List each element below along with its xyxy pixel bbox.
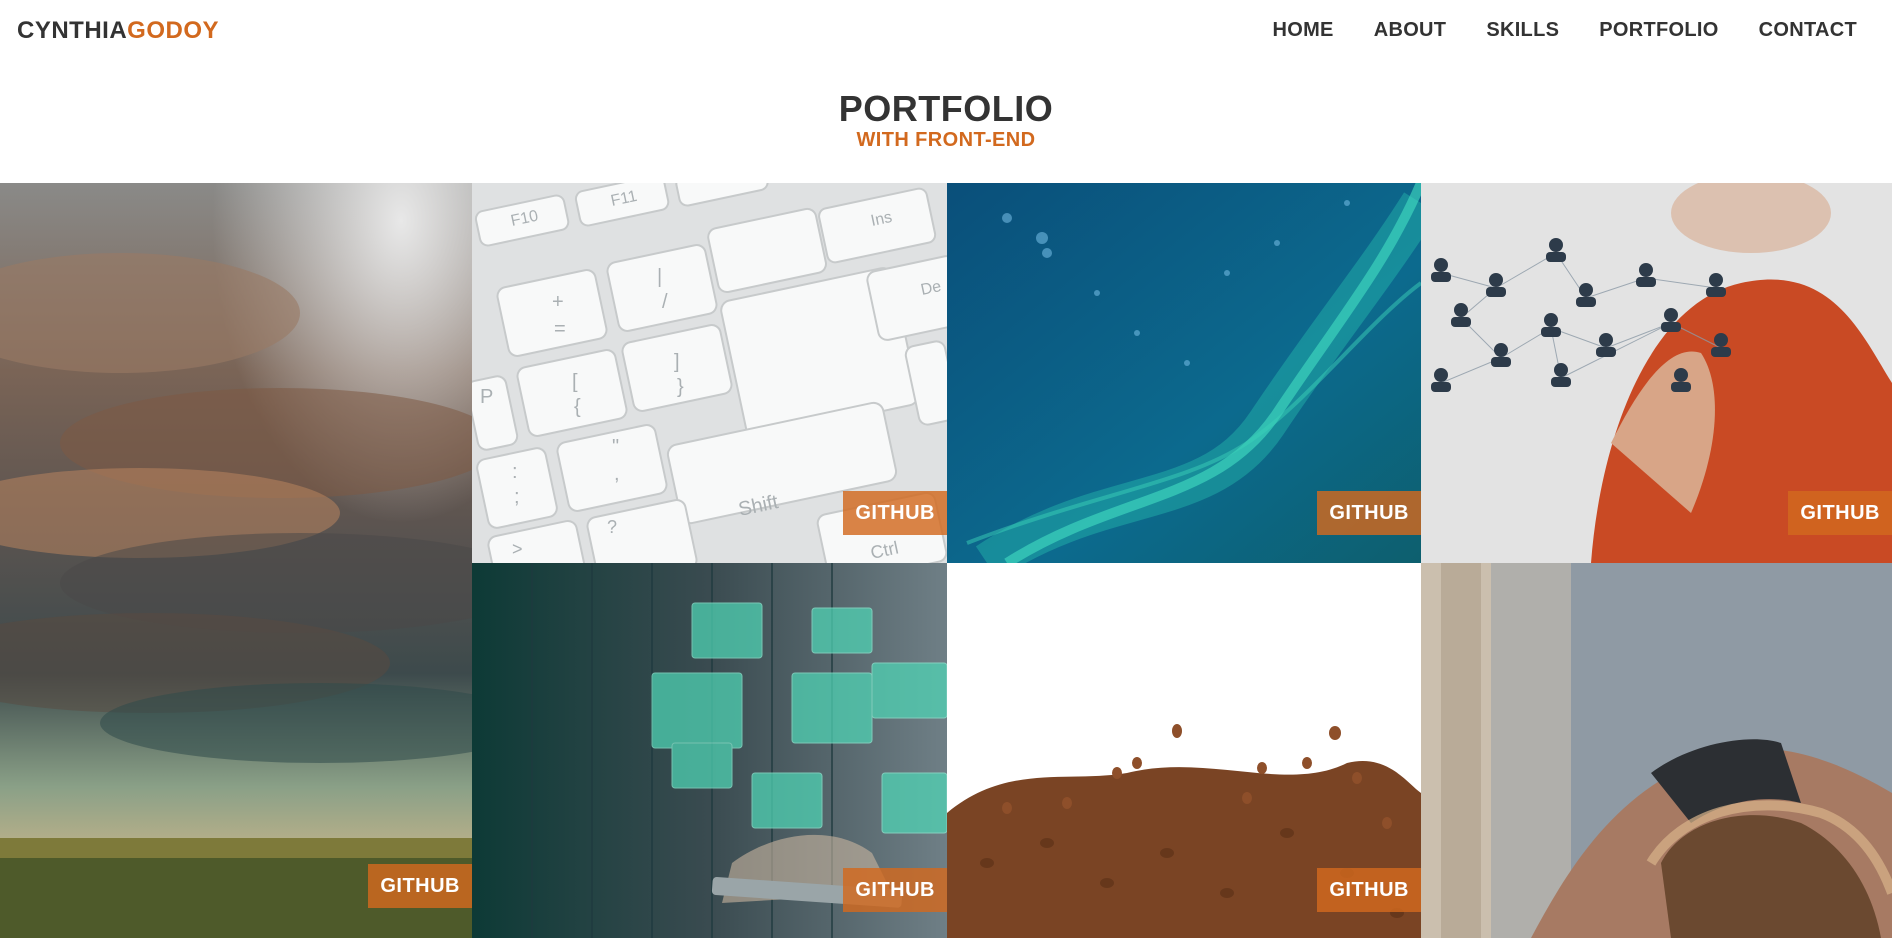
logo-last-name: GODOY [127, 17, 220, 44]
key-equals: = [554, 318, 566, 340]
section-title: PORTFOLIO [838, 88, 1054, 129]
project-tile-coffee[interactable]: GITHUB [947, 563, 1421, 938]
key-comma: , [614, 463, 620, 485]
project-tile-storm[interactable]: GITHUB [0, 183, 472, 938]
github-link[interactable]: GITHUB [843, 491, 947, 535]
github-link[interactable]: GITHUB [1317, 868, 1421, 912]
nav-contact[interactable]: CONTACT [1759, 19, 1857, 42]
key-colon: : [512, 461, 518, 483]
github-link[interactable]: GITHUB [368, 864, 472, 908]
key-rcb: } [677, 376, 684, 398]
github-link[interactable]: GITHUB [1788, 491, 1892, 535]
key-gt: > [512, 539, 523, 559]
key-rbr: ] [674, 351, 680, 373]
key-question: ? [607, 517, 617, 537]
project-tile-server-room[interactable]: GITHUB [472, 563, 947, 938]
key-p: P [480, 386, 493, 408]
site-header: CYNTHIAGODOY HOME ABOUT SKILLS PORTFOLIO… [0, 0, 1892, 62]
site-logo[interactable]: CYNTHIAGODOY [17, 17, 219, 45]
nav-portfolio[interactable]: PORTFOLIO [1599, 19, 1718, 42]
project-tile-network[interactable]: GITHUB [947, 183, 1421, 563]
nav-home[interactable]: HOME [1273, 19, 1334, 42]
main-nav: HOME ABOUT SKILLS PORTFOLIO CONTACT [1233, 19, 1858, 42]
github-link[interactable]: GITHUB [1317, 491, 1421, 535]
github-link[interactable]: GITHUB [843, 868, 947, 912]
storm-clouds-image [0, 183, 472, 938]
nav-skills[interactable]: SKILLS [1486, 19, 1559, 42]
key-quote: " [612, 436, 619, 458]
project-tile-yoga[interactable] [1421, 563, 1892, 938]
yoga-image [1421, 563, 1892, 938]
key-lbr: [ [572, 371, 578, 393]
key-lcb: { [574, 396, 581, 418]
key-plus: + [552, 291, 564, 313]
key-slash: / [662, 291, 668, 313]
project-tile-people-network[interactable]: GITHUB [1421, 183, 1892, 563]
nav-about[interactable]: ABOUT [1374, 19, 1447, 42]
key-semicolon: ; [514, 486, 520, 508]
section-subtitle: WITH FRONT-END [856, 129, 1036, 151]
logo-first-name: CYNTHIA [17, 17, 128, 44]
key-bar: | [657, 266, 662, 288]
project-tile-keyboard[interactable]: F10 F11 Ins De + = | / [ { ] } P : ; " ,… [472, 183, 947, 563]
